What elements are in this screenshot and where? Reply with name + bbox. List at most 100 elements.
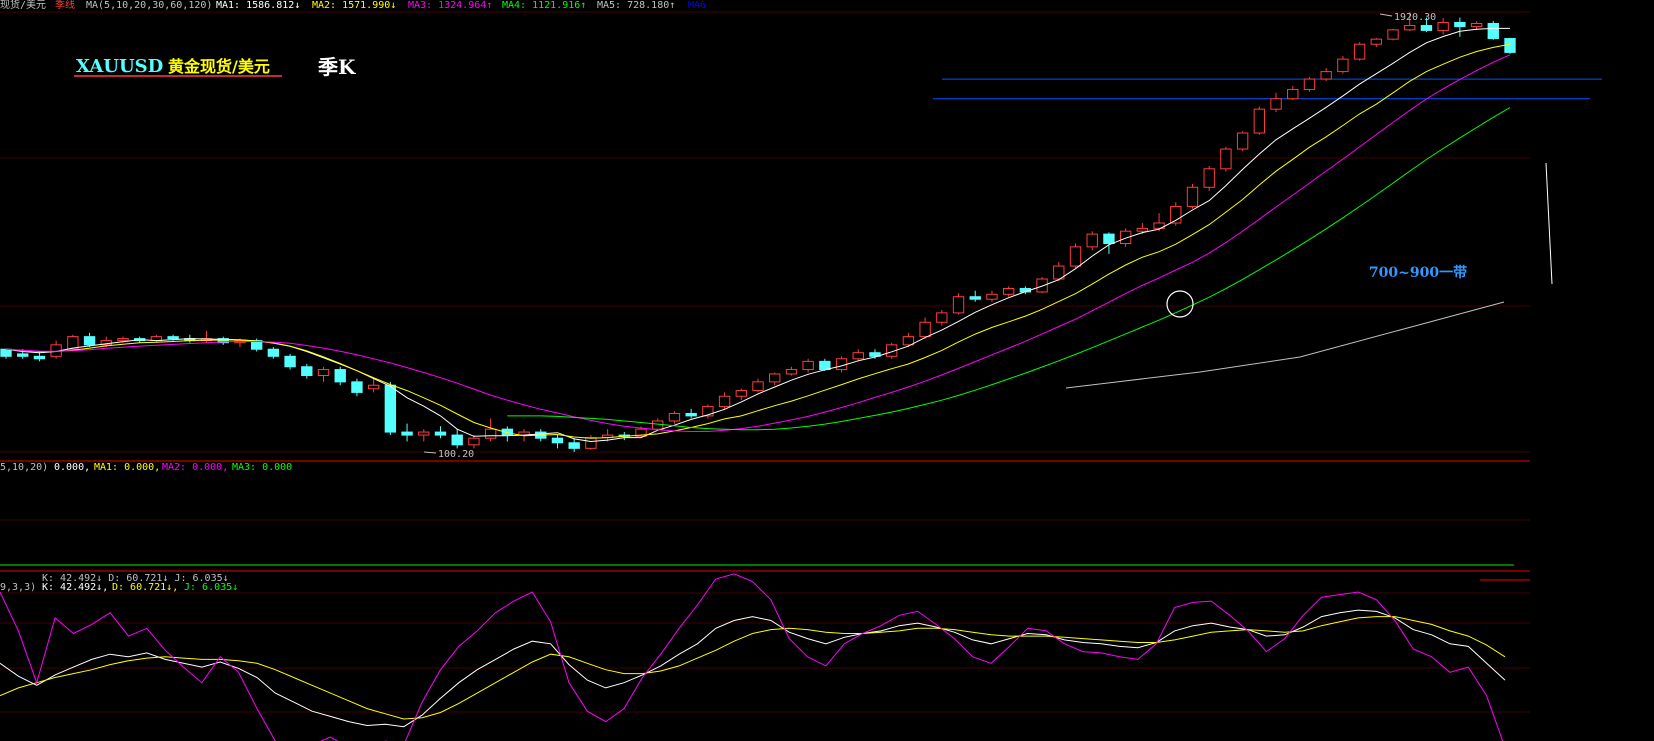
candle-body	[1320, 71, 1332, 80]
candle-body	[1420, 25, 1433, 31]
candle-body	[902, 336, 915, 346]
vol-value: 0.000,	[54, 462, 90, 473]
candle-body	[1353, 43, 1366, 60]
candle-body	[1303, 78, 1316, 90]
candlestick-series	[0, 12, 1516, 452]
low-price-label: 100.20	[438, 449, 474, 460]
candle-body	[401, 431, 413, 436]
high-price-label: 1920.30	[1394, 12, 1436, 23]
candle-body	[685, 412, 697, 417]
highlight-circle	[1166, 290, 1194, 318]
candle-body	[852, 352, 864, 360]
symbol-label: XAUUSD	[76, 56, 163, 77]
candle-body	[802, 360, 814, 371]
period-tag: 季线	[55, 0, 75, 11]
candle-body	[819, 360, 831, 371]
candle-body	[936, 312, 948, 323]
kdj-params: 9,3,3)	[0, 582, 36, 593]
candle-body	[969, 296, 981, 300]
kdj-k-value: K: 42.492↓,	[42, 582, 108, 593]
candle-body	[1203, 168, 1215, 188]
candle-body	[668, 412, 681, 422]
candle-body	[652, 420, 664, 430]
candle-body	[1270, 98, 1282, 110]
candle-body	[1236, 132, 1249, 150]
ma1-value: MA1: 1586.812↓	[216, 0, 300, 11]
candle-body	[1437, 21, 1449, 31]
candle-body	[434, 431, 447, 436]
kdj-d-value: D: 60.721↓,	[112, 582, 178, 593]
candle-body	[1136, 227, 1149, 232]
candle-body	[1454, 21, 1466, 28]
candle-body	[33, 355, 46, 360]
candle-body	[1387, 29, 1399, 40]
candle-body	[735, 390, 747, 397]
candle-body	[351, 381, 363, 393]
ma6-label: MA6	[688, 0, 706, 11]
candle-body	[451, 434, 463, 446]
candle-body	[1220, 148, 1232, 170]
candle-body	[568, 442, 580, 449]
candle-body	[1036, 278, 1048, 293]
high-pointer	[1379, 13, 1393, 17]
annotations	[423, 13, 1553, 454]
candle-body	[267, 348, 280, 357]
support-band-lines	[933, 78, 1602, 100]
candle-body	[17, 353, 29, 357]
band-label: 700~900一带	[1369, 265, 1467, 281]
ma4-value: MA4: 1121.916↑	[502, 0, 586, 11]
kdj-j-value: J: 6.035↓	[184, 582, 238, 593]
kdj-line	[0, 573, 1504, 741]
vol-ma1: MA1: 0.000,	[94, 462, 160, 473]
vol-ma2: MA2: 0.000,	[162, 462, 228, 473]
ma2-value: MA2: 1571.990↓	[312, 0, 396, 11]
candle-body	[1337, 58, 1349, 73]
vol-params: 5,10,20)	[0, 462, 48, 473]
candle-body	[769, 373, 781, 383]
title-left: 现货/美元	[0, 0, 46, 11]
candle-body	[0, 348, 12, 357]
candle-body	[1086, 233, 1098, 248]
candle-body	[1504, 38, 1516, 53]
candle-body	[752, 381, 764, 392]
candle-body	[1253, 108, 1266, 134]
ma3-value: MA3: 1324.964↑	[408, 0, 492, 11]
candle-body	[384, 384, 397, 433]
candle-body	[484, 428, 497, 439]
candle-body	[317, 369, 330, 376]
candle-body	[334, 369, 346, 383]
candle-body	[83, 336, 96, 346]
vol-ma3: MA3: 0.000	[232, 462, 292, 473]
candle-body	[718, 395, 731, 408]
kdj-line	[0, 609, 1506, 728]
chart-canvas: 现货/美元 季线 MA(5,10,20,30,60,120) MA1: 1586…	[0, 0, 1602, 741]
instrument-name: 黄金现货/美元	[168, 57, 270, 76]
grid-lines	[0, 11, 1530, 713]
candle-body	[1404, 25, 1416, 31]
candle-body	[1103, 233, 1115, 244]
candle-body	[1069, 246, 1082, 267]
candle-body	[952, 296, 965, 314]
ma-line	[1065, 301, 1505, 389]
candle-body	[468, 437, 480, 446]
candle-body	[585, 437, 597, 449]
kdj-lines	[0, 573, 1506, 741]
candle-body	[986, 293, 998, 300]
candle-body	[418, 431, 430, 436]
candle-body	[1487, 22, 1499, 40]
ma-line	[507, 107, 1511, 431]
candle-body	[1186, 186, 1199, 207]
candle-body	[1370, 38, 1382, 45]
candle-body	[1287, 88, 1299, 100]
candle-body	[551, 437, 564, 444]
candle-body	[919, 321, 931, 338]
candle-body	[167, 336, 179, 340]
ma5-value: MA5: 728.180↑	[597, 0, 675, 11]
period-label: 季K	[317, 55, 356, 79]
candle-body	[1470, 22, 1483, 28]
candle-body	[1002, 288, 1015, 295]
candle-body	[117, 338, 129, 342]
ma-params: MA(5,10,20,30,60,120)	[86, 0, 212, 11]
candle-body	[367, 384, 380, 390]
candle-body	[835, 358, 848, 371]
